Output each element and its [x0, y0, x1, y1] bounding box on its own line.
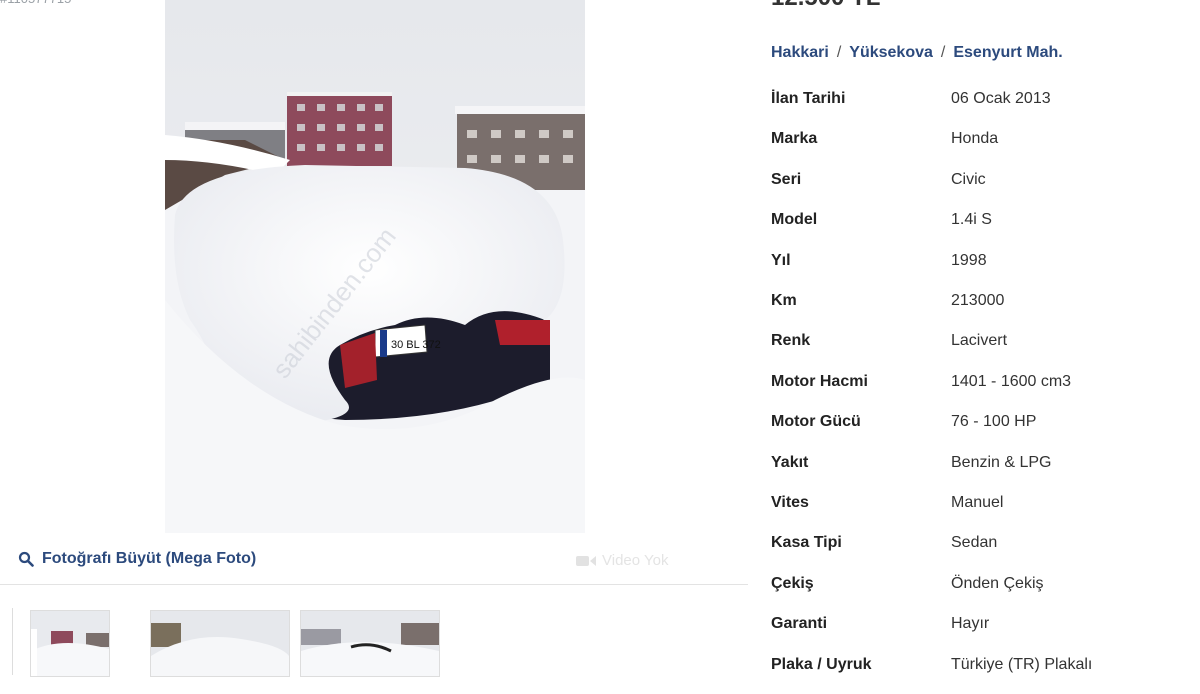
detail-value: Önden Çekiş: [951, 574, 1044, 592]
detail-value: Türkiye (TR) Plakalı: [951, 655, 1093, 673]
detail-row-listing-date: İlan Tarihi 06 Ocak 2013: [771, 88, 1191, 128]
detail-value: Manuel: [951, 494, 1004, 511]
enlarge-photo-link[interactable]: Fotoğrafı Büyüt (Mega Foto): [18, 550, 256, 568]
detail-label: Model: [771, 211, 818, 229]
snow-covered-car-image: 30 BL 372 sahibinden.com: [165, 0, 585, 533]
breadcrumb-city[interactable]: Hakkari: [771, 44, 829, 62]
breadcrumb-separator: /: [836, 44, 842, 61]
detail-row-model: Model 1.4i S: [771, 209, 1191, 249]
detail-label: Kasa Tipi: [771, 534, 842, 552]
thumbnail-1[interactable]: [30, 610, 110, 677]
detail-row-engine-power: Motor Gücü 76 - 100 HP: [771, 411, 1191, 451]
plate-text: 30 BL 372: [391, 339, 441, 351]
thumbnail-strip: [0, 600, 748, 677]
detail-row-body-type: Kasa Tipi Sedan: [771, 532, 1191, 572]
detail-label: Çekiş: [771, 574, 814, 592]
detail-value: 213000: [951, 292, 1005, 309]
thumbnail-strip-edge: [0, 608, 13, 675]
enlarge-photo-label: Fotoğrafı Büyüt (Mega Foto): [42, 550, 257, 567]
detail-label: Seri: [771, 170, 802, 188]
detail-row-series: Seri Civic: [771, 169, 1191, 209]
detail-value: Honda: [951, 130, 999, 148]
price: 12.500 TL: [771, 0, 880, 12]
detail-label: Yakıt: [771, 453, 809, 471]
breadcrumb-neighborhood[interactable]: Esenyurt Mah.: [953, 44, 1062, 62]
thumbnail-3[interactable]: [300, 610, 440, 677]
detail-label: Motor Hacmi: [771, 372, 868, 390]
detail-label: Garanti: [771, 615, 828, 633]
detail-value: Lacivert: [951, 332, 1008, 350]
detail-label: İlan Tarihi: [771, 90, 846, 107]
main-photo[interactable]: 30 BL 372 sahibinden.com: [165, 0, 585, 533]
detail-value: 1.4i S: [951, 211, 992, 229]
detail-row-color: Renk Lacivert: [771, 330, 1191, 370]
detail-label: Marka: [771, 130, 818, 148]
detail-value: Civic: [951, 170, 986, 188]
detail-value: 1998: [951, 251, 987, 269]
detail-label: Km: [771, 292, 797, 309]
listing-id: #110577715: [0, 0, 71, 6]
detail-row-drive: Çekiş Önden Çekiş: [771, 573, 1191, 613]
location-breadcrumb: Hakkari / Yüksekova / Esenyurt Mah.: [771, 44, 1063, 62]
detail-value: Benzin & LPG: [951, 453, 1052, 471]
detail-value: 06 Ocak 2013: [951, 90, 1051, 107]
detail-value: Sedan: [951, 534, 998, 552]
detail-row-transmission: Vites Manuel: [771, 492, 1191, 532]
breadcrumb-district[interactable]: Yüksekova: [849, 44, 933, 62]
detail-label: Yıl: [771, 251, 791, 269]
video-label: Video Yok: [602, 552, 669, 569]
detail-value: 1401 - 1600 cm3: [951, 372, 1072, 390]
video-link[interactable]: Video Yok: [576, 552, 668, 569]
detail-label: Motor Gücü: [771, 413, 861, 431]
thumbnail-2[interactable]: [150, 610, 290, 677]
detail-row-engine-volume: Motor Hacmi 1401 - 1600 cm3: [771, 371, 1191, 411]
detail-row-brand: Marka Honda: [771, 128, 1191, 168]
magnifier-icon: [18, 551, 34, 567]
detail-label: Renk: [771, 332, 811, 350]
detail-row-year: Yıl 1998: [771, 250, 1191, 290]
video-camera-icon: [576, 555, 596, 566]
detail-row-plate: Plaka / Uyruk Türkiye (TR) Plakalı: [771, 654, 1191, 694]
detail-label: Plaka / Uyruk: [771, 655, 872, 673]
detail-value: 76 - 100 HP: [951, 413, 1037, 431]
detail-row-fuel: Yakıt Benzin & LPG: [771, 452, 1191, 492]
detail-label: Vites: [771, 494, 809, 511]
breadcrumb-separator: /: [940, 44, 946, 61]
photo-toolbar: Fotoğrafı Büyüt (Mega Foto) Video Yok: [0, 538, 748, 585]
detail-row-warranty: Garanti Hayır: [771, 613, 1191, 653]
detail-value: Hayır: [951, 615, 990, 633]
detail-row-km: Km 213000: [771, 290, 1191, 330]
